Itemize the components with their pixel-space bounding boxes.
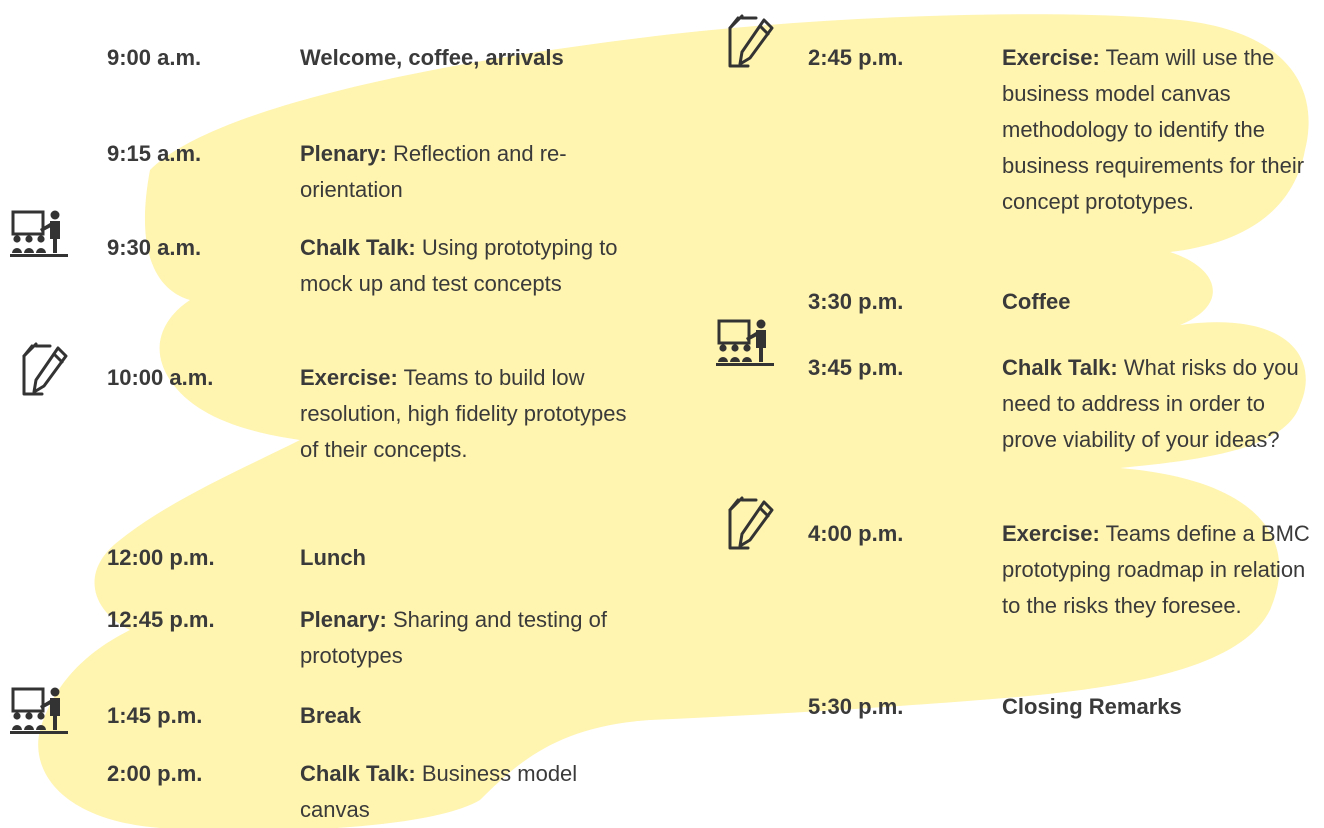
presenter-board-icon xyxy=(10,210,68,257)
schedule-description: Exercise: Teams define a BMC prototyping… xyxy=(1002,521,1310,618)
schedule-description: Lunch xyxy=(300,545,366,570)
schedule-description: Plenary: Reflection and re-orientation xyxy=(300,141,567,202)
schedule-time: 9:15 a.m. xyxy=(107,141,202,166)
schedule-time: 12:00 p.m. xyxy=(107,545,215,570)
presenter-board-icon xyxy=(10,687,68,734)
schedule-description: Plenary: Sharing and testing of prototyp… xyxy=(300,607,607,668)
paper-pencil-icon xyxy=(728,496,774,550)
schedule-time: 4:00 p.m. xyxy=(808,521,904,546)
schedule-description: Chalk Talk: Business model canvas xyxy=(300,761,578,822)
schedule-time: 3:45 p.m. xyxy=(808,355,904,380)
schedule-description: Chalk Talk: What risks do you need to ad… xyxy=(1002,355,1299,452)
schedule-time: 9:30 a.m. xyxy=(107,235,202,260)
schedule-time: 10:00 a.m. xyxy=(107,365,214,390)
schedule-description: Welcome, coffee, arrivals xyxy=(300,45,564,70)
schedule-time: 2:45 p.m. xyxy=(808,45,904,70)
schedule-description: Coffee xyxy=(1002,289,1071,314)
schedule-description: Exercise: Team will use the business mod… xyxy=(1002,45,1305,214)
schedule-time: 1:45 p.m. xyxy=(107,703,203,728)
presenter-board-icon xyxy=(716,319,774,366)
schedule-description: Break xyxy=(300,703,362,728)
schedule-time: 5:30 p.m. xyxy=(808,694,904,719)
paper-pencil-icon xyxy=(728,14,774,68)
schedule-description: Closing Remarks xyxy=(1002,694,1182,719)
schedule-time: 2:00 p.m. xyxy=(107,761,203,786)
schedule-description: Exercise: Teams to build low resolution,… xyxy=(300,365,627,462)
schedule-time: 9:00 a.m. xyxy=(107,45,202,70)
schedule-description: Chalk Talk: Using prototyping to mock up… xyxy=(300,235,618,296)
schedule-time: 12:45 p.m. xyxy=(107,607,215,632)
schedule-time: 3:30 p.m. xyxy=(808,289,904,314)
paper-pencil-icon xyxy=(22,342,68,396)
